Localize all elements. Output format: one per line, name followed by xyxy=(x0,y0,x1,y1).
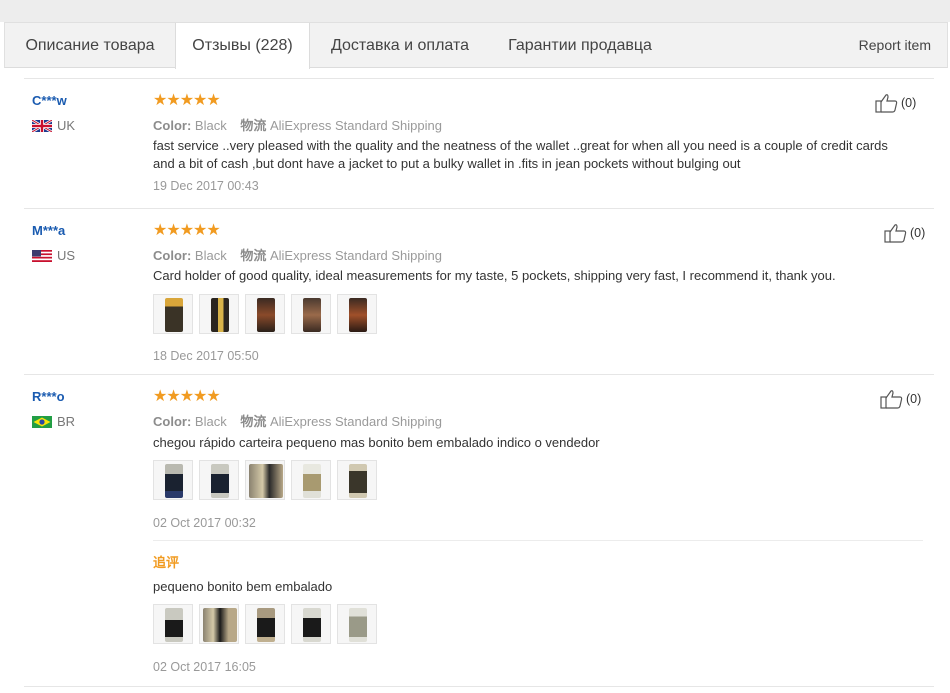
us-flag-icon xyxy=(32,249,52,262)
review-photo[interactable] xyxy=(199,604,239,644)
thumbs-up-icon xyxy=(875,94,898,113)
reviewer-name[interactable]: M***a xyxy=(32,223,65,238)
review-text: Card holder of good quality, ideal measu… xyxy=(153,268,836,283)
review-photo[interactable] xyxy=(291,294,331,334)
helpful-count: (0) xyxy=(910,226,926,240)
rating-stars: ★★★★★ xyxy=(153,222,221,239)
review-photos xyxy=(153,294,377,334)
shipping-label: 物流 xyxy=(240,414,267,429)
shipping-label: 物流 xyxy=(240,118,267,133)
order-info: Color: Black 物流 AliExpress Standard Ship… xyxy=(153,245,442,264)
reviewer-country: US xyxy=(32,248,75,263)
helpful-count: (0) xyxy=(906,392,922,406)
color-value: Black xyxy=(194,248,227,263)
color-label: Color: xyxy=(153,118,192,133)
helpful-button[interactable]: (0) xyxy=(880,389,921,409)
review-photo[interactable] xyxy=(199,294,239,334)
country-code: UK xyxy=(57,118,76,133)
br-flag-icon xyxy=(32,415,52,428)
thumbs-up-icon xyxy=(884,224,907,243)
tab-description[interactable]: Описание товара xyxy=(5,23,175,68)
color-value: Black xyxy=(194,414,227,429)
review-date: 02 Oct 2017 00:32 xyxy=(153,516,256,530)
color-value: Black xyxy=(194,118,227,133)
review-text: fast service ..very pleased with the qua… xyxy=(153,138,888,171)
helpful-button[interactable]: (0) xyxy=(884,223,925,243)
followup-label: 追评 xyxy=(153,555,180,570)
helpful-count: (0) xyxy=(901,96,917,110)
rating-stars: ★★★★★ xyxy=(153,92,221,109)
review-photo[interactable] xyxy=(291,604,331,644)
top-strip xyxy=(0,0,950,22)
report-item-link[interactable]: Report item xyxy=(859,23,931,68)
product-tabs: Описание товара Отзывы (228) Доставка и … xyxy=(4,22,948,69)
review-date: 19 Dec 2017 00:43 xyxy=(153,179,259,193)
followup-text: pequeno bonito bem embalado xyxy=(153,579,333,594)
review-photo[interactable] xyxy=(153,460,193,500)
review-text: chegou rápido carteira pequeno mas bonit… xyxy=(153,435,600,450)
review-item: R***o BR ★★★★★ Color: Black 物流 AliExpres… xyxy=(24,374,934,686)
review-photo[interactable] xyxy=(337,604,377,644)
review-photo[interactable] xyxy=(153,294,193,334)
country-code: BR xyxy=(57,414,76,429)
review-photo[interactable] xyxy=(337,294,377,334)
review-item: M***a US ★★★★★ Color: Black 物流 AliExpres… xyxy=(24,208,934,374)
reviewer-name[interactable]: C***w xyxy=(32,93,67,108)
color-label: Color: xyxy=(153,414,192,429)
review-photo[interactable] xyxy=(153,604,193,644)
followup-photos xyxy=(153,604,377,644)
review-photos xyxy=(153,460,377,500)
divider xyxy=(24,686,934,687)
country-code: US xyxy=(57,248,76,263)
review-photo[interactable] xyxy=(245,604,285,644)
uk-flag-icon xyxy=(32,119,52,132)
reviewer-country: UK xyxy=(32,118,75,133)
order-info: Color: Black 物流 AliExpress Standard Ship… xyxy=(153,115,442,134)
reviewer-name[interactable]: R***o xyxy=(32,389,65,404)
shipping-label: 物流 xyxy=(240,248,267,263)
review-photo[interactable] xyxy=(245,460,285,500)
order-info: Color: Black 物流 AliExpress Standard Ship… xyxy=(153,411,442,430)
tab-seller-guarantees[interactable]: Гарантии продавца xyxy=(490,23,670,68)
followup-date: 02 Oct 2017 16:05 xyxy=(153,660,256,674)
helpful-button[interactable]: (0) xyxy=(875,93,916,113)
review-photo[interactable] xyxy=(245,294,285,334)
tab-shipping-payment[interactable]: Доставка и оплата xyxy=(310,23,490,68)
color-label: Color: xyxy=(153,248,192,263)
shipping-value: AliExpress Standard Shipping xyxy=(269,414,442,429)
thumbs-up-icon xyxy=(880,390,903,409)
review-photo[interactable] xyxy=(337,460,377,500)
review-photo[interactable] xyxy=(199,460,239,500)
review-item: C***w UK ★★★★★ Color: Black 物流 AliExpres… xyxy=(24,78,934,208)
review-photo[interactable] xyxy=(291,460,331,500)
followup-divider xyxy=(153,540,923,541)
rating-stars: ★★★★★ xyxy=(153,388,221,405)
tab-reviews[interactable]: Отзывы (228) xyxy=(175,23,310,69)
shipping-value: AliExpress Standard Shipping xyxy=(269,118,442,133)
review-date: 18 Dec 2017 05:50 xyxy=(153,349,259,363)
shipping-value: AliExpress Standard Shipping xyxy=(269,248,442,263)
reviewer-country: BR xyxy=(32,414,75,429)
